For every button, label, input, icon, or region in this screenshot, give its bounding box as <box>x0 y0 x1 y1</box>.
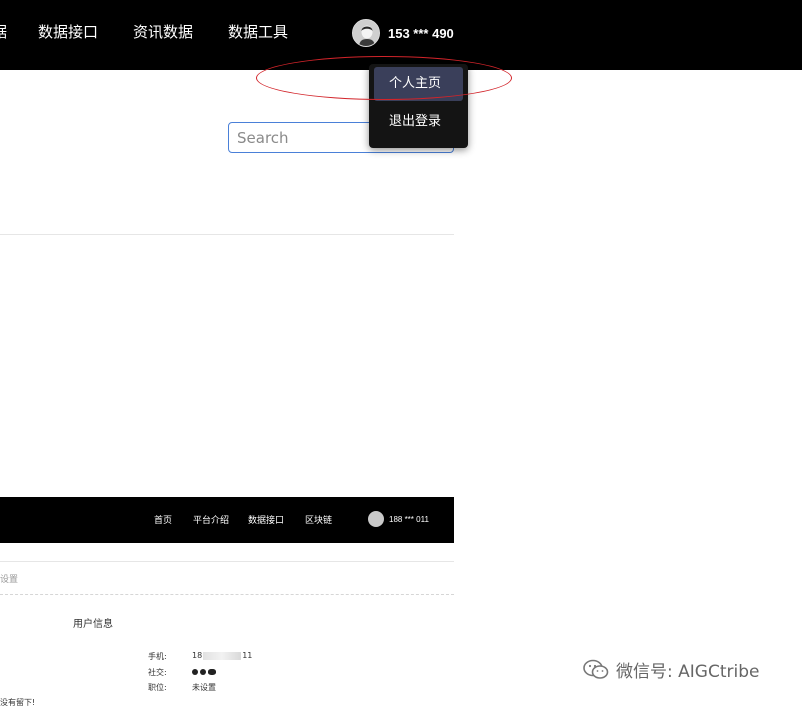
content-divider <box>0 234 454 235</box>
embedded-avatar-icon <box>368 511 384 527</box>
watermark: 微信号: AIGCtribe <box>582 657 759 682</box>
top-navbar: 据 数据接口 资讯数据 数据工具 153 *** 490 <box>0 0 802 70</box>
user-avatar-icon <box>352 19 380 47</box>
menu-item-profile[interactable]: 个人主页 <box>374 67 463 101</box>
embedded-field-label-social: 社交: <box>148 668 167 677</box>
embedded-user: 188 *** 011 <box>368 511 429 527</box>
blurred-digits <box>203 651 242 660</box>
embedded-field-label-phone: 手机: <box>148 652 167 661</box>
embedded-field-value-position: 未设置 <box>192 683 216 692</box>
embedded-nav-api: 数据接口 <box>248 516 285 526</box>
embedded-field-value-phone: 18 11 <box>192 651 253 660</box>
weibo-icon <box>208 668 216 675</box>
embedded-settings-label: 设置 <box>0 575 19 585</box>
nav-item-data-tools[interactable]: 数据工具 <box>228 22 288 42</box>
wechat-icon <box>583 659 609 679</box>
embedded-social-icons <box>192 667 218 676</box>
embedded-bottom-text: 没有留下! <box>0 698 36 707</box>
embedded-navbar: 首页 平台介绍 数据接口 区块链 188 *** 011 <box>0 497 454 543</box>
embedded-section-title: 用户信息 <box>73 619 113 630</box>
embedded-nav-blockchain: 区块链 <box>305 516 333 526</box>
user-dropdown-menu: 个人主页 退出登录 <box>369 64 468 148</box>
menu-item-logout[interactable]: 退出登录 <box>374 105 463 139</box>
embedded-dashed-divider <box>0 594 454 595</box>
embedded-nav-home: 首页 <box>154 516 173 526</box>
user-phone-label: 153 *** 490 <box>388 25 454 41</box>
embedded-user-phone: 188 *** 011 <box>389 514 429 524</box>
qq-icon <box>200 668 206 675</box>
user-menu-toggle[interactable]: 153 *** 490 <box>352 18 454 48</box>
wechat-icon <box>192 668 198 675</box>
embedded-divider <box>0 561 454 562</box>
embedded-nav-intro: 平台介绍 <box>193 516 230 526</box>
nav-item-partial[interactable]: 据 <box>0 22 7 42</box>
embedded-field-label-position: 职位: <box>148 683 167 692</box>
nav-item-data-api[interactable]: 数据接口 <box>38 22 98 42</box>
nav-item-news-data[interactable]: 资讯数据 <box>133 22 193 42</box>
watermark-text: 微信号: AIGCtribe <box>616 662 760 682</box>
